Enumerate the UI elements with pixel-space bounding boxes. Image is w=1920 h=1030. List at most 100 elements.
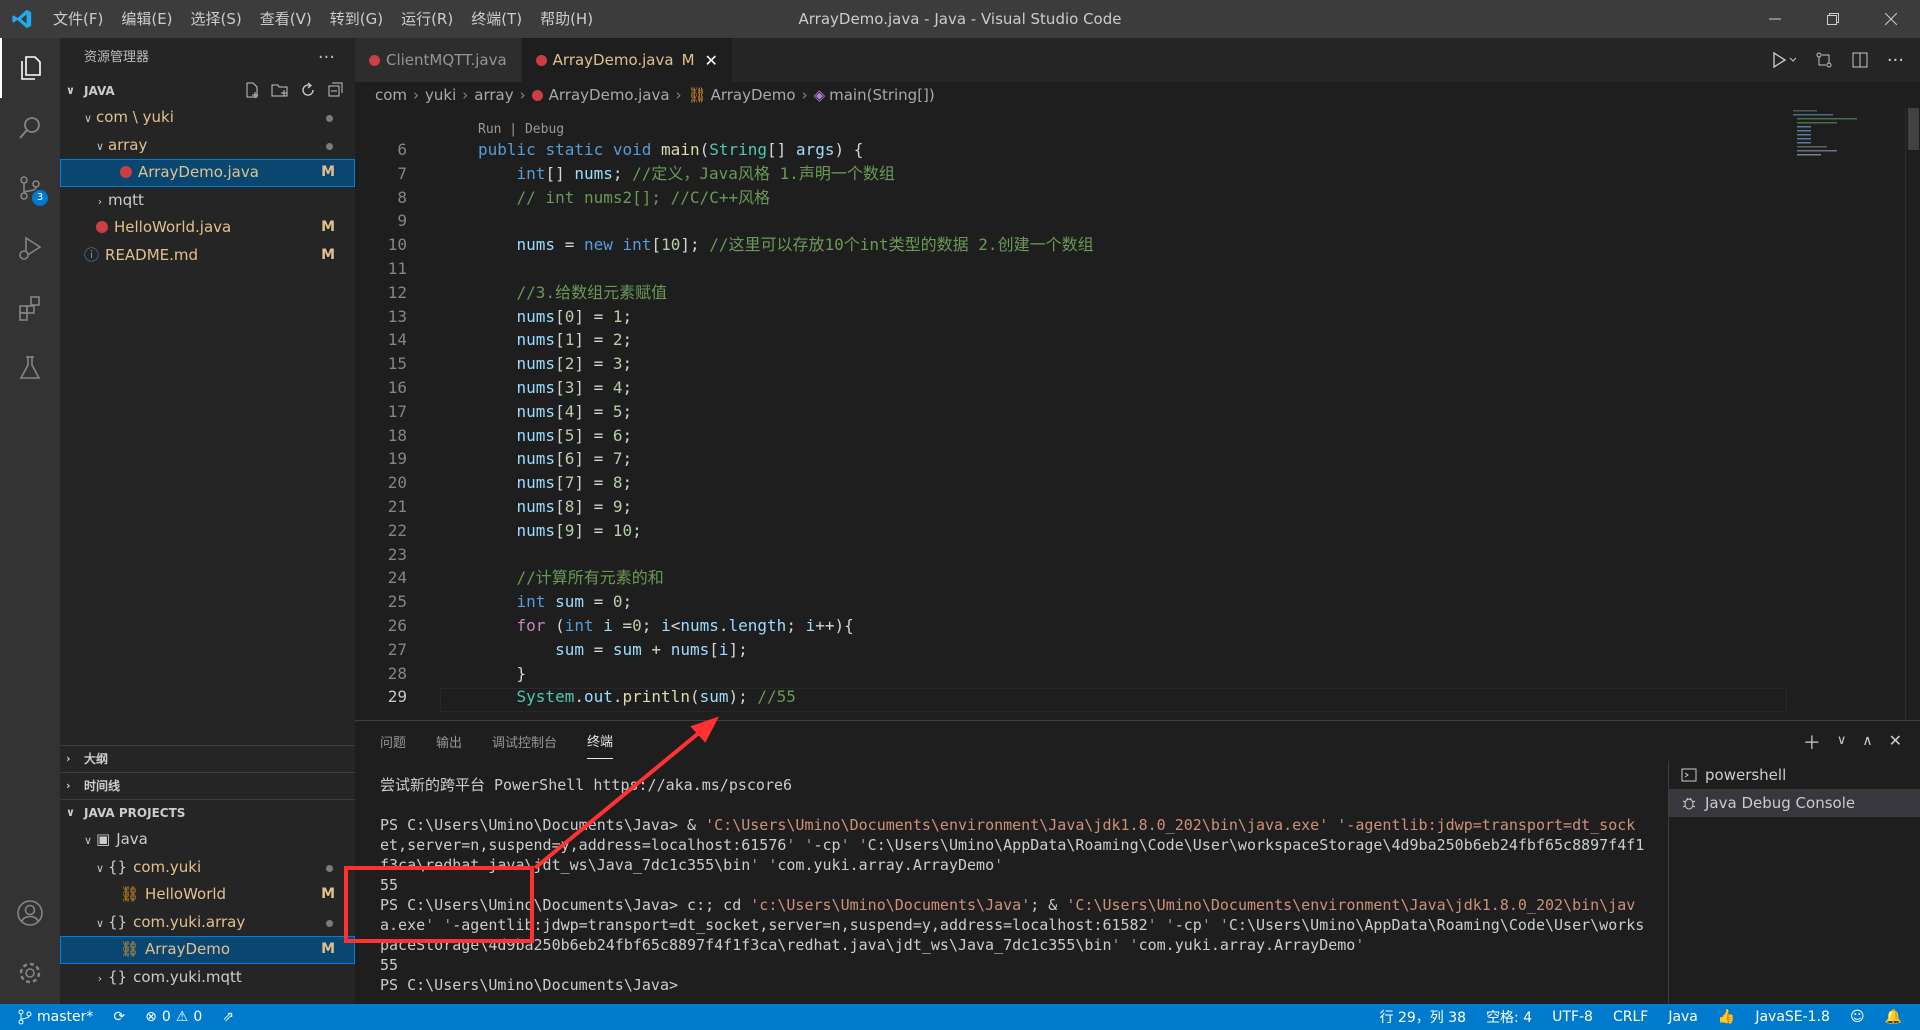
breadcrumb-item[interactable]: ArrayDemo.java [549, 86, 670, 104]
tree-item[interactable]: › {} com.yuki.mqtt [60, 964, 355, 992]
encoding[interactable]: UTF-8 [1542, 1009, 1603, 1025]
menu-item[interactable]: 终端(T) [462, 0, 531, 38]
explorer-icon[interactable] [0, 38, 60, 98]
new-folder-icon[interactable] [271, 81, 289, 99]
tab-terminal[interactable]: 终端 [587, 723, 614, 759]
codelens-run-debug[interactable]: Run | Debug [478, 122, 564, 137]
code-line[interactable]: 12 //3.给数组元素赋值 [355, 281, 1905, 305]
breadcrumb-item[interactable]: ArrayDemo [711, 86, 796, 104]
thumbs-up-icon[interactable]: 👍 [1708, 1009, 1745, 1025]
tree-item[interactable]: ∨ com \ yuki [60, 104, 355, 132]
minimize-button[interactable] [1746, 0, 1804, 38]
java-projects-section-header[interactable]: ∨ JAVA PROJECTS [60, 799, 355, 826]
restore-button[interactable] [1804, 0, 1862, 38]
code-line[interactable]: 20 nums[7] = 8; [355, 471, 1905, 495]
menu-item[interactable]: 运行(R) [392, 0, 462, 38]
breadcrumb-item[interactable]: com [375, 86, 407, 104]
new-terminal-icon[interactable]: ＋ [1803, 729, 1821, 755]
run-icon[interactable] [1771, 51, 1797, 69]
language-mode[interactable]: Java [1658, 1009, 1708, 1025]
code-line[interactable]: 25 int sum = 0; [355, 590, 1905, 614]
extensions-icon[interactable] [0, 278, 60, 338]
code-line[interactable]: 27 sum = sum + nums[i]; [355, 638, 1905, 662]
problems-indicator[interactable]: ⊗ 0 ⚠ 0 [135, 1009, 212, 1025]
menu-item[interactable]: 查看(V) [251, 0, 321, 38]
code-line[interactable]: 24 //计算所有元素的和 [355, 566, 1905, 590]
menu-item[interactable]: 帮助(H) [531, 0, 602, 38]
code-line[interactable]: 14 nums[1] = 2; [355, 328, 1905, 352]
notifications-bell-icon[interactable]: 🔔 [1875, 1009, 1912, 1025]
more-actions-icon[interactable]: ··· [318, 38, 335, 78]
code-line[interactable]: 8 // int nums2[]; //C/C++风格 [355, 186, 1905, 210]
code-line[interactable]: 17 nums[4] = 5; [355, 400, 1905, 424]
split-editor-icon[interactable] [1851, 51, 1869, 69]
search-icon[interactable] [0, 98, 60, 158]
close-tab-icon[interactable]: ✕ [705, 51, 718, 70]
tab-output[interactable]: 输出 [436, 724, 462, 759]
tab-problems[interactable]: 问题 [380, 724, 406, 759]
tree-item[interactable]: › mqtt [60, 187, 355, 215]
code-line[interactable]: 26 for (int i =0; i<nums.length; i++){ [355, 614, 1905, 638]
tab-clientmqtt[interactable]: ClientMQTT.java [355, 38, 522, 82]
menu-item[interactable]: 文件(F) [44, 0, 112, 38]
terminal-item-powershell[interactable]: powershell [1669, 761, 1920, 789]
code-line[interactable]: 21 nums[8] = 9; [355, 495, 1905, 519]
code-line[interactable]: 7 int[] nums; //定义，Java风格 1.声明一个数组 [355, 162, 1905, 186]
menu-item[interactable]: 编辑(E) [112, 0, 181, 38]
tree-item[interactable]: ⛓ HelloWorld M [60, 881, 355, 909]
account-icon[interactable] [0, 883, 60, 943]
code-line[interactable]: 22 nums[9] = 10; [355, 519, 1905, 543]
code-line[interactable]: 13 nums[0] = 1; [355, 305, 1905, 329]
timeline-section-header[interactable]: › 时间线 [60, 772, 355, 799]
code-editor[interactable]: Run | Debug 6 public static void main(Str… [355, 108, 1905, 720]
tree-item[interactable]: ∨{} com.yuki.array [60, 909, 355, 937]
menu-item[interactable]: 选择(S) [182, 0, 251, 38]
settings-gear-icon[interactable] [0, 943, 60, 1003]
terminal-output[interactable]: 尝试新的跨平台 PowerShell https://aka.ms/pscore… [380, 775, 1660, 995]
testing-icon[interactable] [0, 338, 60, 398]
new-file-icon[interactable] [243, 81, 261, 99]
tree-item[interactable]: ArrayDemo.java M [60, 159, 355, 187]
code-line[interactable]: 11 [355, 257, 1905, 281]
close-panel-icon[interactable]: ✕ [1889, 729, 1902, 755]
code-line[interactable]: 19 nums[6] = 7; [355, 447, 1905, 471]
code-line[interactable]: 15 nums[2] = 3; [355, 352, 1905, 376]
tab-debug-console[interactable]: 调试控制台 [492, 724, 557, 759]
indentation[interactable]: 空格: 4 [1476, 1007, 1542, 1027]
collapse-all-icon[interactable] [327, 81, 345, 99]
tree-item[interactable]: ∨{} com.yuki [60, 854, 355, 882]
close-window-button[interactable] [1862, 0, 1920, 38]
menu-item[interactable]: 转到(G) [321, 0, 392, 38]
code-line[interactable]: 6 public static void main(String[] args) … [355, 138, 1905, 162]
code-line[interactable]: 16 nums[3] = 4; [355, 376, 1905, 400]
live-share-icon[interactable]: ⇗ [212, 1009, 244, 1025]
breadcrumb-item[interactable]: array [474, 86, 513, 104]
feedback-icon[interactable]: ☺ [1840, 1009, 1875, 1025]
compare-changes-icon[interactable] [1815, 51, 1833, 69]
code-line[interactable]: 23 [355, 543, 1905, 567]
git-branch[interactable]: master* [0, 1009, 103, 1025]
workspace-section-header[interactable]: ∨ JAVA [60, 78, 355, 104]
code-line[interactable]: 18 nums[5] = 6; [355, 424, 1905, 448]
scrollbar-thumb[interactable] [1908, 108, 1919, 150]
cursor-position[interactable]: 行 29，列 38 [1370, 1007, 1477, 1027]
code-line[interactable]: 10 nums = new int[10]; //这里可以存放10个int类型的… [355, 233, 1905, 257]
tree-item[interactable]: ∨ ▣ Java [60, 826, 355, 854]
line-ending[interactable]: CRLF [1603, 1009, 1658, 1025]
breadcrumb-item[interactable]: yuki [425, 86, 456, 104]
run-debug-icon[interactable] [0, 218, 60, 278]
tree-item[interactable]: ⓘ README.md M [60, 242, 355, 270]
more-actions-icon[interactable]: ··· [1887, 50, 1904, 71]
code-line[interactable]: 28 } [355, 662, 1905, 686]
breadcrumb-item[interactable]: main(String[]) [829, 86, 935, 104]
chevron-down-icon[interactable]: ∨ [1837, 729, 1847, 755]
outline-section-header[interactable]: › 大纲 [60, 745, 355, 772]
tab-arraydemo[interactable]: ArrayDemo.java M ✕ [521, 38, 733, 82]
tree-item[interactable]: ∨ array [60, 132, 355, 160]
source-control-icon[interactable]: 3 [0, 158, 60, 218]
minimap[interactable] [1785, 108, 1905, 720]
maximize-panel-icon[interactable]: ∧ [1862, 729, 1872, 755]
terminal-item-java-debug[interactable]: Java Debug Console [1669, 789, 1920, 817]
tree-item[interactable]: ⛓ ArrayDemo M [60, 936, 355, 964]
sync-icon[interactable]: ⟳ [103, 1009, 135, 1025]
